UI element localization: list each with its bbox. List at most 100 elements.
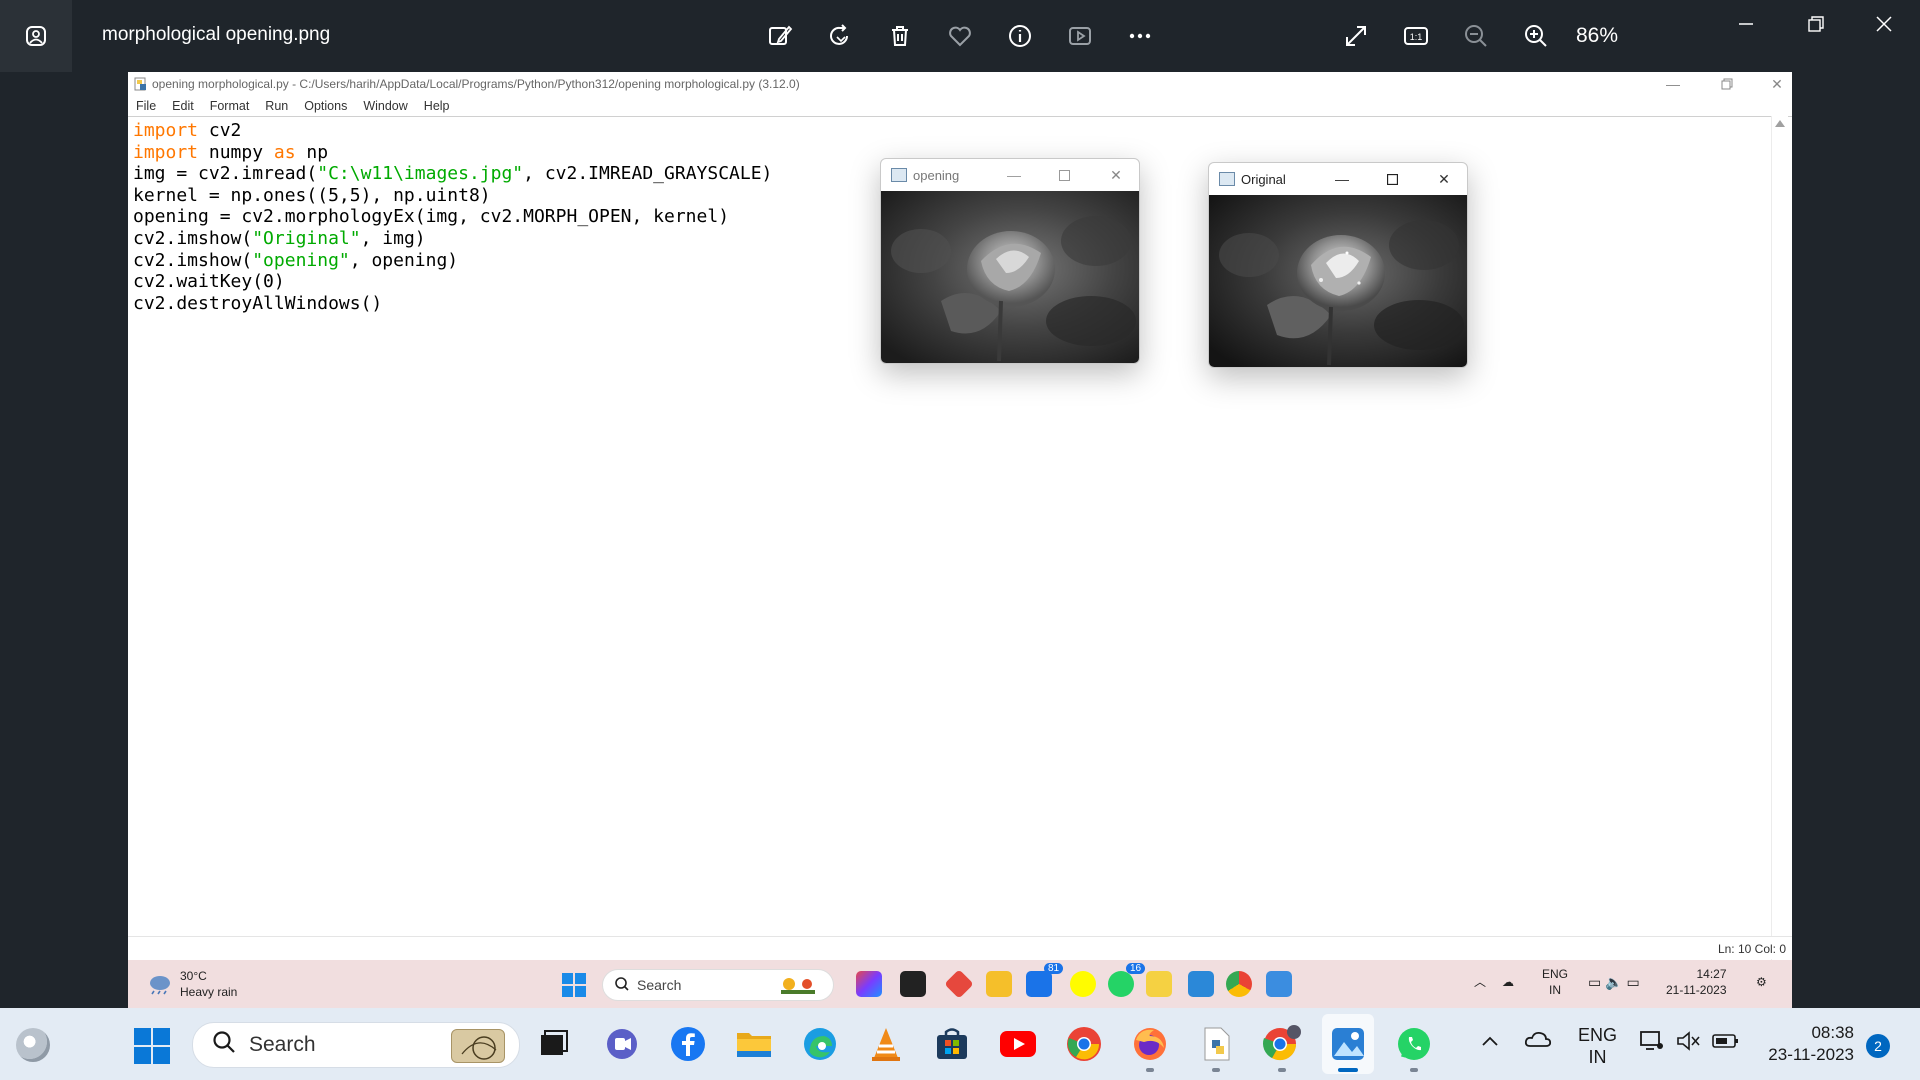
zoom-in-icon[interactable] — [1518, 18, 1554, 54]
scroll-up-icon[interactable] — [1775, 120, 1785, 127]
photos-app-icon[interactable] — [1328, 1024, 1368, 1064]
onedrive-icon[interactable]: ☁ — [1502, 974, 1514, 990]
teams-icon[interactable] — [602, 1024, 642, 1064]
notepad-icon[interactable] — [1188, 971, 1214, 997]
chrome-icon[interactable] — [1226, 971, 1252, 997]
app-red-diamond-icon[interactable] — [944, 969, 974, 999]
idle-statusbar: Ln: 10 Col: 0 — [128, 936, 1792, 959]
original-close-icon[interactable]: ✕ — [1431, 169, 1457, 189]
more-icon[interactable] — [1122, 18, 1158, 54]
chrome-running-indicator — [1278, 1068, 1286, 1072]
menu-edit[interactable]: Edit — [164, 99, 202, 113]
opening-close-icon[interactable]: ✕ — [1103, 165, 1129, 185]
photos-icon[interactable] — [1266, 971, 1292, 997]
original-window[interactable]: Original — ✕ — [1208, 162, 1468, 368]
clock-time: 08:38 — [1811, 1023, 1854, 1042]
zoom-level[interactable]: 86% — [1576, 24, 1618, 48]
idle-minimize-icon[interactable]: — — [1658, 74, 1688, 94]
idle-maximize-icon[interactable] — [1712, 74, 1742, 94]
menu-format[interactable]: Format — [202, 99, 258, 113]
search-highlight-icon — [451, 1029, 505, 1063]
start-icon[interactable] — [562, 973, 586, 997]
python-idle-icon[interactable] — [1196, 1024, 1236, 1064]
search-icon — [615, 976, 629, 994]
menu-window[interactable]: Window — [355, 99, 415, 113]
task-view-icon[interactable] — [534, 1024, 574, 1064]
rotate-icon[interactable] — [822, 18, 858, 54]
chrome-profile-icon[interactable] — [1262, 1024, 1302, 1064]
mail-badge: 81 — [1044, 963, 1064, 974]
code-editor[interactable]: import cv2 import numpy as np img = cv2.im… — [133, 120, 772, 314]
network-icon[interactable] — [1640, 1030, 1664, 1057]
delete-icon[interactable] — [882, 18, 918, 54]
taskbar: Search ENG IN 08:38 23-11-2023 2 — [0, 1008, 1920, 1080]
show-hidden-icons-chevron-icon[interactable] — [1482, 1030, 1498, 1052]
opening-maximize-icon[interactable] — [1051, 165, 1077, 185]
copilot-icon[interactable] — [856, 971, 882, 997]
language-indicator[interactable]: ENG IN — [1578, 1024, 1617, 1068]
zoom-out-icon[interactable] — [1458, 18, 1494, 54]
file-explorer-icon[interactable] — [734, 1024, 774, 1064]
file-explorer-icon[interactable] — [986, 971, 1012, 997]
onedrive-sync-icon[interactable] — [1524, 1028, 1552, 1055]
network-volume-battery-icon[interactable]: ▭ 🔈 ▭ — [1588, 974, 1640, 990]
mail-icon[interactable] — [1026, 971, 1052, 997]
whatsapp-badge: 16 — [1126, 963, 1146, 974]
screenshot-search-label: Search — [637, 977, 682, 993]
idle-close-icon[interactable]: ✕ — [1762, 74, 1792, 94]
youtube-icon[interactable] — [998, 1024, 1038, 1064]
snapchat-icon[interactable] — [1070, 971, 1096, 997]
firefox-icon[interactable] — [1130, 1024, 1170, 1064]
menu-help[interactable]: Help — [416, 99, 458, 113]
tray-chevron-icon[interactable]: ︿ — [1474, 974, 1486, 990]
microsoft-store-icon[interactable] — [932, 1024, 972, 1064]
code-text: , cv2.IMREAD_GRAYSCALE) — [523, 163, 773, 185]
language-indicator[interactable]: ENG IN — [1542, 966, 1568, 998]
vlc-icon[interactable] — [866, 1024, 906, 1064]
favorite-icon[interactable] — [942, 18, 978, 54]
opening-window[interactable]: opening — ✕ — [880, 158, 1140, 364]
window-app-icon — [891, 168, 907, 182]
opening-minimize-icon[interactable]: — — [1001, 165, 1027, 185]
editor-scrollbar[interactable] — [1771, 116, 1788, 960]
opening-titlebar: opening — ✕ — [881, 159, 1139, 191]
system-clock[interactable]: 08:38 23-11-2023 — [1754, 1022, 1854, 1066]
start-icon[interactable] — [134, 1028, 170, 1064]
screenshot-search-box[interactable]: Search — [602, 969, 834, 1001]
displayed-image: opening morphological.py - C:/Users/hari… — [128, 72, 1792, 1008]
whatsapp-icon[interactable] — [1108, 971, 1134, 997]
edge-icon[interactable] — [800, 1024, 840, 1064]
photos-app-icon[interactable] — [0, 0, 72, 72]
slideshow-icon[interactable] — [1062, 18, 1098, 54]
whatsapp-icon[interactable] — [1394, 1024, 1434, 1064]
fullscreen-icon[interactable] — [1338, 18, 1374, 54]
taskbar-search-box[interactable]: Search — [192, 1022, 520, 1068]
menu-options[interactable]: Options — [296, 99, 355, 113]
whatsapp-running-indicator — [1410, 1068, 1418, 1072]
edit-icon[interactable] — [762, 18, 798, 54]
info-icon[interactable] — [1002, 18, 1038, 54]
close-icon[interactable] — [1854, 8, 1914, 40]
search-icon — [213, 1031, 235, 1059]
notification-count-badge[interactable]: 2 — [1866, 1034, 1890, 1058]
restore-icon[interactable] — [1786, 8, 1846, 40]
volume-muted-icon[interactable] — [1676, 1030, 1702, 1057]
code-string: "C:\w11\images.jpg" — [317, 163, 524, 185]
facebook-icon[interactable] — [668, 1024, 708, 1064]
original-maximize-icon[interactable] — [1379, 169, 1405, 189]
menu-run[interactable]: Run — [257, 99, 296, 113]
original-titlebar: Original — ✕ — [1209, 163, 1467, 195]
screenshot-clock[interactable]: 14:27 21-11-2023 — [1666, 966, 1727, 998]
opening-title: opening — [913, 167, 960, 183]
battery-icon[interactable] — [1712, 1030, 1740, 1057]
minimize-icon[interactable] — [1716, 8, 1776, 40]
widgets-icon[interactable] — [16, 1028, 50, 1062]
original-minimize-icon[interactable]: — — [1329, 169, 1355, 189]
idle-menubar: File Edit Format Run Options Window Help — [128, 96, 1792, 117]
chrome-icon[interactable] — [1064, 1024, 1104, 1064]
task-view-icon[interactable] — [900, 971, 926, 997]
python-icon[interactable] — [1146, 971, 1172, 997]
notification-icon[interactable]: ⚙ — [1756, 974, 1767, 990]
menu-file[interactable]: File — [128, 99, 164, 113]
actual-size-icon[interactable]: 1:1 — [1398, 18, 1434, 54]
